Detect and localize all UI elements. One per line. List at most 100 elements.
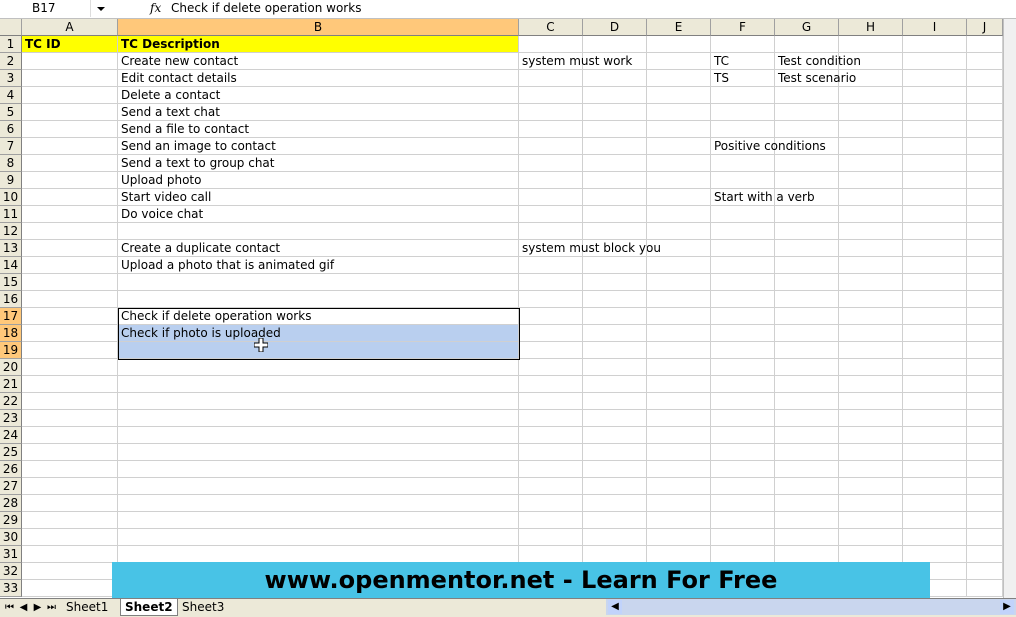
- cell-B15[interactable]: [118, 274, 519, 291]
- cell-D10[interactable]: [583, 189, 647, 206]
- cell-G22[interactable]: [775, 393, 839, 410]
- column-header-C[interactable]: C: [519, 19, 583, 36]
- cell-H21[interactable]: [839, 376, 903, 393]
- cell-I15[interactable]: [903, 274, 967, 291]
- cell-J20[interactable]: [967, 359, 1003, 376]
- column-header-H[interactable]: H: [839, 19, 903, 36]
- row-header-2[interactable]: 2: [0, 53, 22, 70]
- row-header-6[interactable]: 6: [0, 121, 22, 138]
- cell-C14[interactable]: [519, 257, 583, 274]
- cell-B6[interactable]: Send a file to contact: [118, 121, 519, 138]
- cell-D6[interactable]: [583, 121, 647, 138]
- row-header-15[interactable]: 15: [0, 274, 22, 291]
- name-box-dropdown-icon[interactable]: [90, 0, 147, 17]
- cell-A25[interactable]: [22, 444, 118, 461]
- cell-D23[interactable]: [583, 410, 647, 427]
- cell-E29[interactable]: [647, 512, 711, 529]
- row-header-14[interactable]: 14: [0, 257, 22, 274]
- cell-E23[interactable]: [647, 410, 711, 427]
- cell-E16[interactable]: [647, 291, 711, 308]
- cell-E15[interactable]: [647, 274, 711, 291]
- row-header-13[interactable]: 13: [0, 240, 22, 257]
- cell-I6[interactable]: [903, 121, 967, 138]
- cell-I17[interactable]: [903, 308, 967, 325]
- cell-J14[interactable]: [967, 257, 1003, 274]
- cell-H5[interactable]: [839, 104, 903, 121]
- cell-F1[interactable]: [711, 36, 775, 53]
- column-header-A[interactable]: A: [22, 19, 118, 36]
- cell-B17[interactable]: Check if delete operation works: [118, 308, 519, 325]
- cell-I12[interactable]: [903, 223, 967, 240]
- cell-J18[interactable]: [967, 325, 1003, 342]
- cell-D19[interactable]: [583, 342, 647, 359]
- cell-H13[interactable]: [839, 240, 903, 257]
- cell-E24[interactable]: [647, 427, 711, 444]
- cell-F29[interactable]: [711, 512, 775, 529]
- cell-B4[interactable]: Delete a contact: [118, 87, 519, 104]
- cell-D4[interactable]: [583, 87, 647, 104]
- cell-G31[interactable]: [775, 546, 839, 563]
- cell-D13[interactable]: [583, 240, 647, 257]
- cell-A7[interactable]: [22, 138, 118, 155]
- cell-A26[interactable]: [22, 461, 118, 478]
- cell-D24[interactable]: [583, 427, 647, 444]
- cell-F28[interactable]: [711, 495, 775, 512]
- cell-J17[interactable]: [967, 308, 1003, 325]
- cell-G10[interactable]: [775, 189, 839, 206]
- cell-F23[interactable]: [711, 410, 775, 427]
- cell-B28[interactable]: [118, 495, 519, 512]
- cell-J7[interactable]: [967, 138, 1003, 155]
- cell-D12[interactable]: [583, 223, 647, 240]
- cell-G21[interactable]: [775, 376, 839, 393]
- cell-B9[interactable]: Upload photo: [118, 172, 519, 189]
- cell-A10[interactable]: [22, 189, 118, 206]
- sheet-tab-sheet2[interactable]: Sheet2: [120, 599, 178, 616]
- cell-J3[interactable]: [967, 70, 1003, 87]
- cell-D21[interactable]: [583, 376, 647, 393]
- cell-H23[interactable]: [839, 410, 903, 427]
- cell-J5[interactable]: [967, 104, 1003, 121]
- column-header-G[interactable]: G: [775, 19, 839, 36]
- cell-I10[interactable]: [903, 189, 967, 206]
- cell-B21[interactable]: [118, 376, 519, 393]
- cell-A27[interactable]: [22, 478, 118, 495]
- cell-E13[interactable]: [647, 240, 711, 257]
- column-header-F[interactable]: F: [711, 19, 775, 36]
- cell-D2[interactable]: [583, 53, 647, 70]
- row-header-7[interactable]: 7: [0, 138, 22, 155]
- cell-D18[interactable]: [583, 325, 647, 342]
- cell-H2[interactable]: [839, 53, 903, 70]
- cell-A18[interactable]: [22, 325, 118, 342]
- cell-F30[interactable]: [711, 529, 775, 546]
- cell-D31[interactable]: [583, 546, 647, 563]
- cell-A13[interactable]: [22, 240, 118, 257]
- next-sheet-icon[interactable]: ▶: [32, 601, 43, 614]
- cell-F2[interactable]: TC: [711, 53, 775, 70]
- cell-A28[interactable]: [22, 495, 118, 512]
- cell-C19[interactable]: [519, 342, 583, 359]
- cell-E25[interactable]: [647, 444, 711, 461]
- cell-G4[interactable]: [775, 87, 839, 104]
- cell-B16[interactable]: [118, 291, 519, 308]
- cell-H18[interactable]: [839, 325, 903, 342]
- cell-J9[interactable]: [967, 172, 1003, 189]
- cell-J28[interactable]: [967, 495, 1003, 512]
- cell-I27[interactable]: [903, 478, 967, 495]
- cell-H19[interactable]: [839, 342, 903, 359]
- cell-C18[interactable]: [519, 325, 583, 342]
- cell-G28[interactable]: [775, 495, 839, 512]
- row-header-17[interactable]: 17: [0, 308, 22, 325]
- cell-B27[interactable]: [118, 478, 519, 495]
- cell-C22[interactable]: [519, 393, 583, 410]
- cell-I5[interactable]: [903, 104, 967, 121]
- cell-F24[interactable]: [711, 427, 775, 444]
- cell-G29[interactable]: [775, 512, 839, 529]
- cell-B30[interactable]: [118, 529, 519, 546]
- cell-A20[interactable]: [22, 359, 118, 376]
- cell-D1[interactable]: [583, 36, 647, 53]
- cell-I29[interactable]: [903, 512, 967, 529]
- cell-A19[interactable]: [22, 342, 118, 359]
- cell-G15[interactable]: [775, 274, 839, 291]
- row-header-26[interactable]: 26: [0, 461, 22, 478]
- cell-G5[interactable]: [775, 104, 839, 121]
